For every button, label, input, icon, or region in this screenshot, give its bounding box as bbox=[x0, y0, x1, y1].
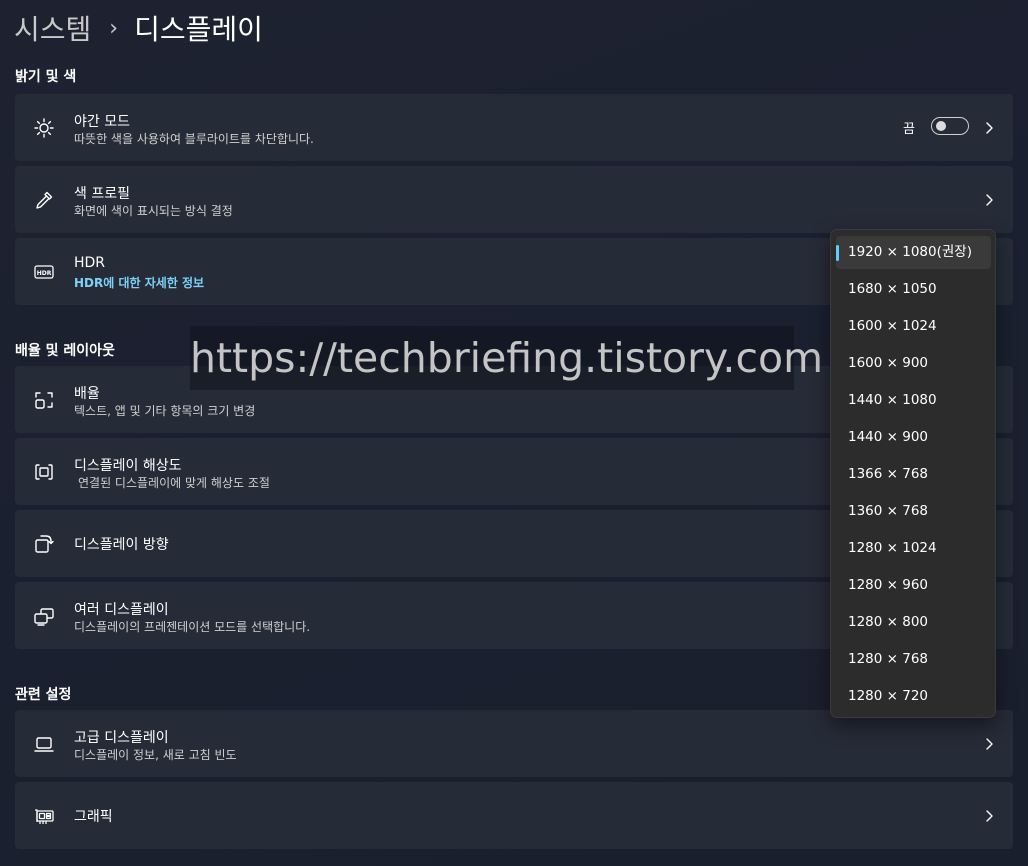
scale-icon bbox=[33, 389, 55, 411]
hdr-learn-more-link[interactable]: HDR에 대한 자세한 정보 bbox=[74, 274, 204, 291]
resolution-dropdown-list[interactable]: 1920 × 1080(권장) 1680 × 1050 1600 × 1024 160… bbox=[830, 229, 996, 718]
chevron-right-icon[interactable] bbox=[983, 809, 995, 823]
graphics-title: 그래픽 bbox=[74, 809, 113, 825]
display-resolution-title: 디스플레이 해상도 bbox=[74, 458, 182, 474]
chevron-right-icon[interactable] bbox=[983, 121, 995, 135]
chevron-right-icon[interactable] bbox=[983, 737, 995, 751]
night-light-toggle-label: 끔 bbox=[903, 122, 915, 137]
brightness-icon bbox=[33, 117, 55, 139]
section-header-scale-layout: 배율 및 레이아웃 bbox=[15, 343, 115, 359]
monitor-icon bbox=[33, 733, 55, 755]
resolution-option[interactable]: 1280 × 720 bbox=[836, 680, 991, 713]
eyedropper-icon bbox=[33, 189, 55, 211]
night-light-title: 야간 모드 bbox=[74, 114, 130, 130]
breadcrumb-separator: › bbox=[109, 15, 119, 41]
section-header-brightness-color: 밝기 및 색 bbox=[15, 69, 77, 85]
advanced-display-card[interactable]: 고급 디스플레이 디스플레이 정보, 새로 고침 빈도 bbox=[15, 710, 1013, 777]
graphics-card[interactable]: 그래픽 bbox=[15, 782, 1013, 849]
resolution-option[interactable]: 1360 × 768 bbox=[836, 495, 991, 528]
section-header-related-settings: 관련 설정 bbox=[15, 687, 72, 703]
breadcrumb: 시스템 › 디스플레이 bbox=[14, 8, 263, 48]
breadcrumb-system-link[interactable]: 시스템 bbox=[14, 8, 91, 48]
advanced-display-subtitle: 디스플레이 정보, 새로 고침 빈도 bbox=[74, 748, 237, 762]
resolution-option[interactable]: 1440 × 900 bbox=[836, 421, 991, 454]
resolution-option[interactable]: 1440 × 1080 bbox=[836, 384, 991, 417]
graphics-card-icon bbox=[33, 805, 55, 827]
resolution-option[interactable]: 1280 × 1024 bbox=[836, 532, 991, 565]
resolution-option[interactable]: 1280 × 800 bbox=[836, 606, 991, 639]
resolution-option[interactable]: 1280 × 768 bbox=[836, 643, 991, 676]
night-light-subtitle: 따뜻한 색을 사용하여 블루라이트를 차단합니다. bbox=[74, 132, 314, 146]
scale-subtitle: 텍스트, 앱 및 기타 항목의 크기 변경 bbox=[74, 404, 256, 418]
color-profile-card[interactable]: 색 프로필 화면에 색이 표시되는 방식 결정 bbox=[15, 166, 1013, 233]
svg-text:HDR: HDR bbox=[37, 270, 52, 277]
multiple-displays-subtitle: 디스플레이의 프레젠테이션 모드를 선택합니다. bbox=[74, 620, 311, 634]
multiple-displays-icon bbox=[33, 605, 55, 627]
color-profile-title: 색 프로필 bbox=[74, 186, 130, 202]
night-light-card[interactable]: 야간 모드 따뜻한 색을 사용하여 블루라이트를 차단합니다. 끔 bbox=[15, 94, 1013, 161]
resolution-option[interactable]: 1680 × 1050 bbox=[836, 273, 991, 306]
display-orientation-title: 디스플레이 방향 bbox=[74, 537, 169, 553]
resolution-option[interactable]: 1600 × 900 bbox=[836, 347, 991, 380]
display-resolution-subtitle: 연결된 디스플레이에 맞게 해상도 조절 bbox=[78, 476, 270, 490]
hdr-title: HDR bbox=[74, 255, 106, 271]
advanced-display-title: 고급 디스플레이 bbox=[74, 730, 169, 746]
resolution-option[interactable]: 1280 × 960 bbox=[836, 569, 991, 602]
multiple-displays-title: 여러 디스플레이 bbox=[74, 602, 169, 618]
chevron-right-icon[interactable] bbox=[983, 193, 995, 207]
orientation-icon bbox=[33, 533, 55, 555]
hdr-icon: HDR bbox=[33, 261, 55, 283]
resolution-icon bbox=[33, 461, 55, 483]
resolution-option[interactable]: 1600 × 1024 bbox=[836, 310, 991, 343]
page-title: 디스플레이 bbox=[134, 13, 263, 46]
color-profile-subtitle: 화면에 색이 표시되는 방식 결정 bbox=[74, 204, 233, 218]
watermark: https://techbriefing.tistory.com bbox=[190, 326, 823, 390]
resolution-option[interactable]: 1366 × 768 bbox=[836, 458, 991, 491]
night-light-toggle[interactable] bbox=[931, 117, 969, 135]
resolution-option-selected[interactable]: 1920 × 1080(권장) bbox=[836, 236, 991, 269]
toggle-knob bbox=[936, 121, 946, 131]
scale-title: 배율 bbox=[74, 386, 100, 402]
